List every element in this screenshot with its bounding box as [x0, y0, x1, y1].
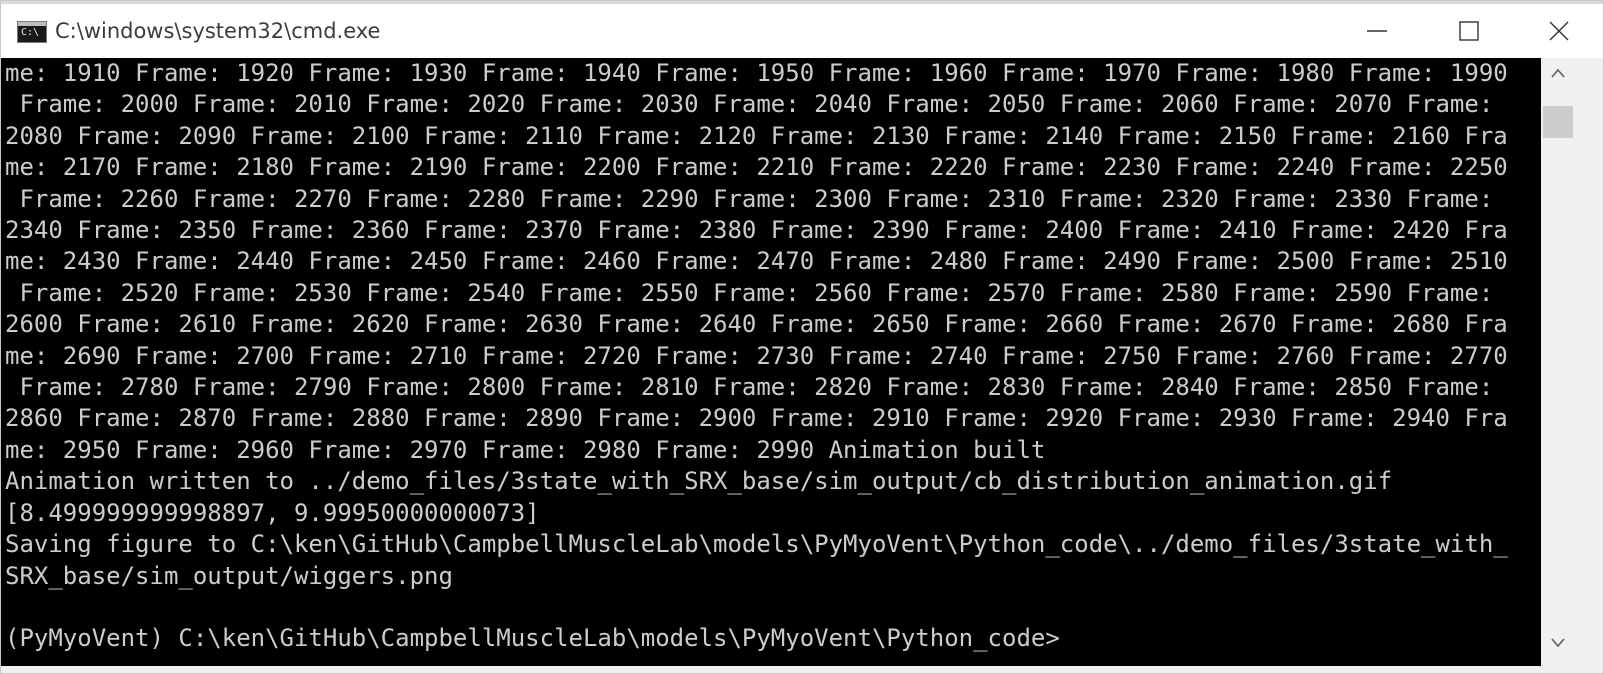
title-bar[interactable]: C:\windows\system32\cmd.exe [1, 4, 1603, 58]
console-line: me: 1910 Frame: 1920 Frame: 1930 Frame: … [5, 59, 1508, 87]
maximize-icon [1459, 21, 1479, 41]
close-icon [1549, 21, 1569, 41]
cmd-console-icon[interactable] [17, 21, 47, 43]
console-line: Frame: 2520 Frame: 2530 Frame: 2540 Fram… [5, 278, 1494, 307]
scroll-up-arrow-icon [1551, 68, 1565, 78]
console-line: 2340 Frame: 2350 Frame: 2360 Frame: 2370… [5, 216, 1508, 245]
console-line: me: 2690 Frame: 2700 Frame: 2710 Frame: … [5, 341, 1508, 370]
cmd-window: C:\windows\system32\cmd.exe me: 1910 Fra… [0, 0, 1604, 674]
console-line: me: 2170 Frame: 2180 Frame: 2190 Frame: … [5, 153, 1508, 182]
console-line: Frame: 2260 Frame: 2270 Frame: 2280 Fram… [5, 184, 1494, 213]
console-line: (PyMyoVent) C:\ken\GitHub\CampbellMuscle… [5, 624, 1060, 653]
console-line: SRX_base/sim_output/wiggers.png [5, 561, 453, 590]
console-line: [8.499999999998897, 9.99950000000073] [5, 498, 540, 527]
console-line: me: 2950 Frame: 2960 Frame: 2970 Frame: … [5, 435, 1046, 464]
scrollbar-track[interactable] [1541, 92, 1575, 626]
console-line: Frame: 2000 Frame: 2010 Frame: 2020 Fram… [5, 90, 1494, 119]
console-line: me: 2430 Frame: 2440 Frame: 2450 Frame: … [5, 247, 1508, 276]
console-line: 2860 Frame: 2870 Frame: 2880 Frame: 2890… [5, 404, 1508, 433]
scrollbar-thumb[interactable] [1543, 106, 1573, 138]
scroll-up-button[interactable] [1541, 58, 1575, 90]
minimize-icon [1367, 30, 1387, 32]
window-title: C:\windows\system32\cmd.exe [55, 19, 381, 43]
console-output-text: me: 1910 Frame: 1920 Frame: 1930 Frame: … [5, 58, 1508, 655]
console-output-area[interactable]: me: 1910 Frame: 1920 Frame: 1930 Frame: … [1, 58, 1541, 666]
console-line: Animation written to ../demo_files/3stat… [5, 467, 1393, 496]
console-line: Frame: 2780 Frame: 2790 Frame: 2800 Fram… [5, 373, 1494, 402]
console-line: Saving figure to C:\ken\GitHub\CampbellM… [5, 530, 1508, 559]
console-line: 2600 Frame: 2610 Frame: 2620 Frame: 2630… [5, 310, 1508, 339]
maximize-button[interactable] [1423, 4, 1515, 58]
scroll-down-arrow-icon [1551, 638, 1565, 648]
window-bottom-edge [1, 666, 1603, 673]
console-line: 2080 Frame: 2090 Frame: 2100 Frame: 2110… [5, 121, 1508, 150]
scroll-down-button[interactable] [1541, 628, 1575, 660]
close-button[interactable] [1513, 4, 1603, 58]
minimize-button[interactable] [1331, 4, 1423, 58]
vertical-scrollbar[interactable] [1541, 58, 1603, 666]
